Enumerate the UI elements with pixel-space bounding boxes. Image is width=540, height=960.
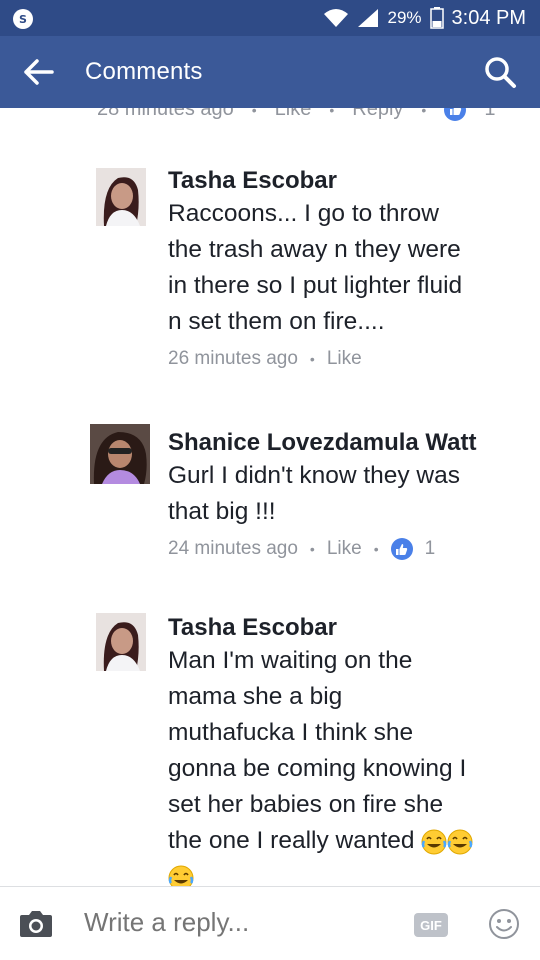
search-icon[interactable]: [482, 54, 518, 90]
separator-dot: •: [421, 108, 427, 118]
separator-dot: •: [373, 541, 379, 557]
face-with-tears-of-joy-icon: [168, 865, 194, 886]
signal-icon: [358, 9, 379, 27]
app-bar: Comments: [0, 36, 540, 108]
thumbs-up-icon: [390, 538, 413, 560]
gif-button[interactable]: GIF: [414, 913, 448, 937]
comment-text: Man I'm waiting on the mama she a big mu…: [168, 643, 528, 886]
separator-dot: •: [309, 541, 315, 557]
like-count: 1: [424, 538, 436, 559]
avatar[interactable]: [96, 613, 146, 671]
comment-author[interactable]: Tasha Escobar: [168, 166, 528, 196]
sticker-smiley-icon[interactable]: [488, 908, 520, 940]
separator-dot: •: [309, 351, 315, 367]
comment-body: Tasha Escobar Raccoons... I go to throw …: [168, 166, 528, 370]
clock: 3:04 PM: [451, 6, 526, 29]
comment-meta: 26 minutes ago • Like: [168, 348, 528, 370]
comment-time: 26 minutes ago: [168, 348, 298, 369]
avatar[interactable]: [96, 168, 146, 226]
comment-author[interactable]: Tasha Escobar: [168, 613, 528, 643]
like-link[interactable]: Like: [327, 348, 362, 370]
like-link[interactable]: Like: [327, 538, 362, 560]
comment-body: Shanice Lovezdamula Watt Gurl I didn't k…: [168, 428, 528, 560]
camera-icon[interactable]: [18, 909, 54, 939]
page-title: Comments: [85, 58, 203, 85]
comment-time: 28 minutes ago: [97, 108, 234, 120]
comment-time: 24 minutes ago: [168, 538, 298, 559]
comment-author[interactable]: Shanice Lovezdamula Watt: [168, 428, 528, 458]
comment-text-content: Man I'm waiting on the mama she a big mu…: [168, 647, 467, 854]
status-bar: S 29% 3:04 PM: [0, 0, 540, 36]
reply-link[interactable]: Reply: [352, 108, 403, 121]
face-with-tears-of-joy-icon: [447, 829, 473, 855]
comment-meta: 24 minutes ago • Like • 1: [168, 538, 528, 560]
avatar[interactable]: [90, 424, 150, 484]
previous-comment-meta: 28 minutes ago • Like • Reply • 1: [97, 108, 495, 121]
separator-dot: •: [251, 108, 257, 118]
reply-input[interactable]: [84, 907, 384, 938]
separator-dot: •: [329, 108, 335, 118]
comment-text: Raccoons... I go to throw the trash away…: [168, 200, 463, 335]
like-link[interactable]: Like: [275, 108, 312, 121]
svg-text:S: S: [19, 13, 27, 26]
reply-composer: GIF: [0, 886, 540, 960]
comments-list[interactable]: 28 minutes ago • Like • Reply • 1 Tasha …: [0, 108, 540, 886]
face-with-tears-of-joy-icon: [421, 829, 447, 855]
like-count: 1: [484, 108, 496, 120]
comment-body: Tasha Escobar Man I'm waiting on the mam…: [168, 613, 528, 886]
comment-text: Gurl I didn't know they was that big !!!: [168, 462, 461, 525]
app-notification-icon: S: [13, 9, 33, 29]
battery-percent: 29%: [387, 8, 422, 27]
thumbs-up-icon: [444, 108, 467, 121]
wifi-icon: [324, 9, 349, 27]
battery-icon: [429, 7, 444, 29]
back-arrow-icon[interactable]: [22, 56, 56, 88]
